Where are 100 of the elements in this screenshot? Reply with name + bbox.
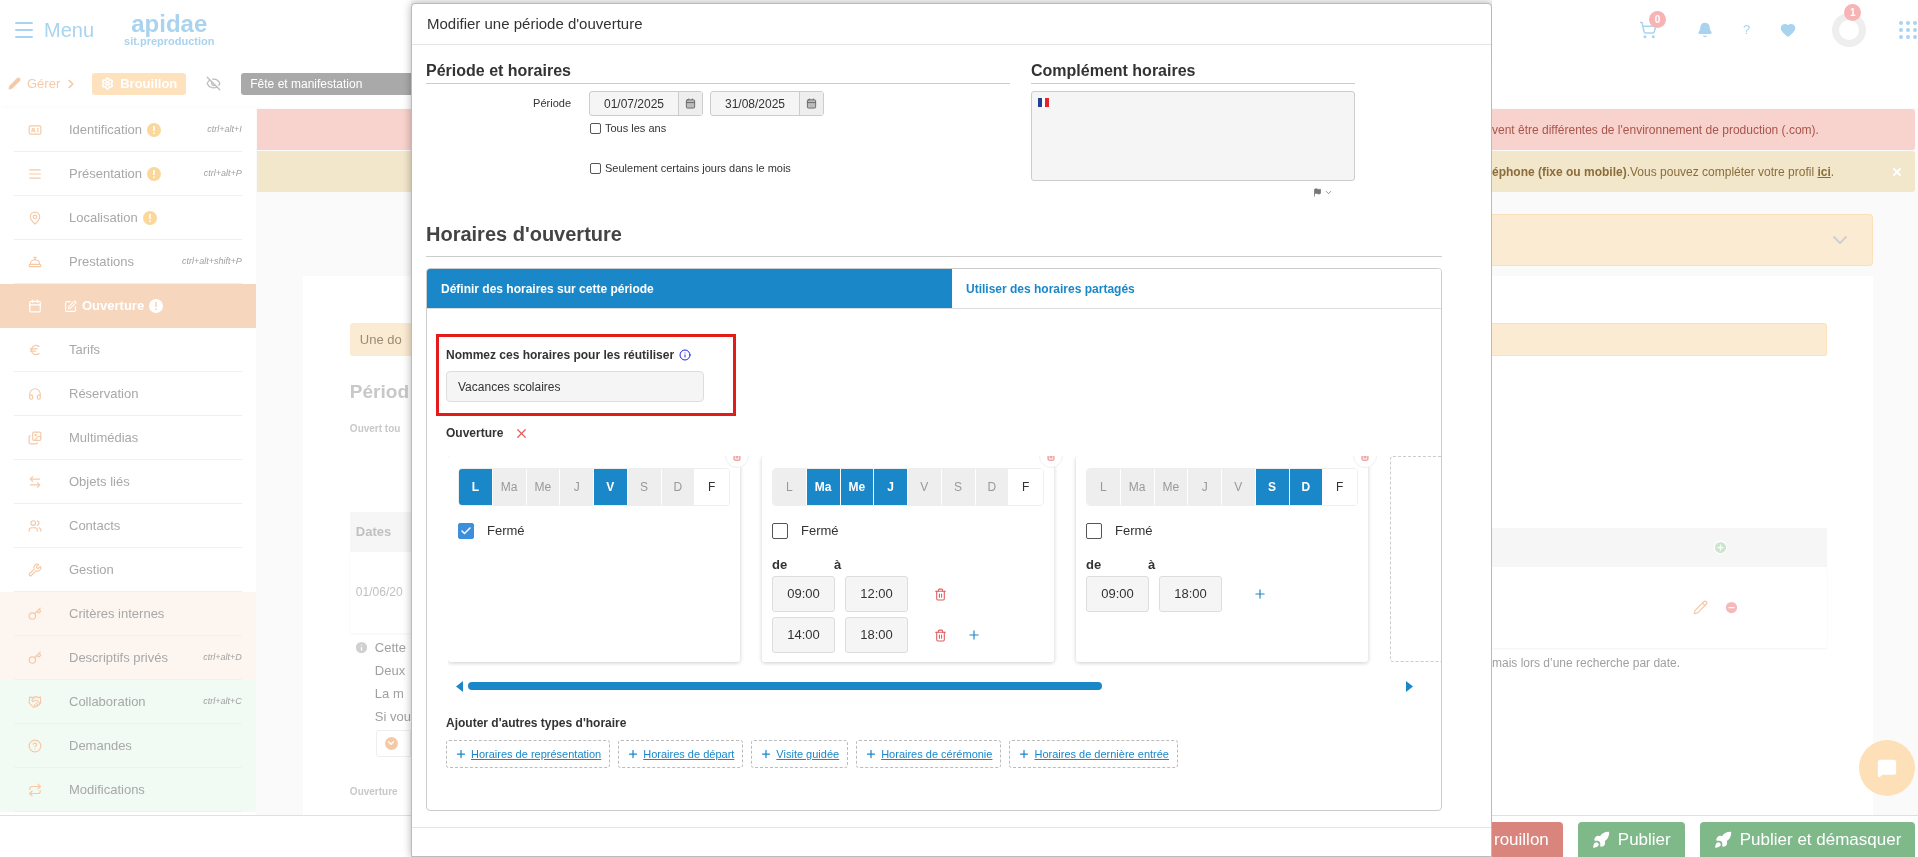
sidebar-label: Modifications xyxy=(69,780,145,799)
flag-icon[interactable] xyxy=(1313,187,1322,197)
remove-icon[interactable] xyxy=(1724,600,1740,615)
footer-button[interactable]: Publier xyxy=(1577,822,1685,857)
id-card-icon xyxy=(28,122,42,137)
day-toggle[interactable]: Ma xyxy=(806,469,841,505)
calendar-icon xyxy=(806,98,817,109)
euro-icon xyxy=(28,342,42,357)
sidebar-item[interactable]: Réservation xyxy=(0,372,256,416)
time-field[interactable]: 18:00 xyxy=(845,617,908,653)
scroll-right-icon[interactable] xyxy=(1406,680,1413,692)
day-toggle[interactable]: V xyxy=(1222,469,1256,505)
check-icon xyxy=(460,525,472,537)
name-input[interactable]: Vacances scolaires xyxy=(446,371,704,402)
sidebar-item[interactable]: Collaboration ctrl+alt+C xyxy=(0,680,256,724)
time-field[interactable]: 09:00 xyxy=(1086,576,1149,612)
trash-icon[interactable] xyxy=(934,587,947,601)
sidebar-item[interactable]: Présentation ctrl+alt+P xyxy=(0,152,256,196)
day-toggle[interactable]: S xyxy=(941,469,976,505)
sidebar-item[interactable]: Gestion xyxy=(0,548,256,592)
pencil-icon[interactable] xyxy=(1693,600,1709,615)
day-toggle[interactable]: D xyxy=(975,469,1010,505)
checkbox[interactable] xyxy=(590,162,601,174)
day-toggle[interactable]: J xyxy=(874,469,908,505)
add-type-button[interactable]: Horaires de représentation xyxy=(446,740,611,768)
day-toggle[interactable]: Me xyxy=(840,469,875,505)
logo[interactable]: apidae sit.preproduction xyxy=(124,12,215,47)
day-toggle[interactable]: D xyxy=(1289,469,1324,505)
plus-icon xyxy=(455,748,467,760)
day-toggle[interactable]: V xyxy=(908,469,942,505)
add-type-button[interactable]: Horaires de départ xyxy=(618,740,744,768)
day-toggle[interactable]: D xyxy=(661,469,696,505)
eye-off-icon[interactable] xyxy=(206,76,222,91)
day-toggle[interactable]: L xyxy=(459,469,493,505)
add-icon[interactable] xyxy=(1253,587,1267,601)
checkbox[interactable] xyxy=(1086,523,1102,539)
info-icon[interactable] xyxy=(679,349,692,361)
help-link[interactable]: ? xyxy=(1743,19,1751,40)
sidebar-item[interactable]: Ouverture xyxy=(0,284,256,328)
menu-button[interactable]: Menu xyxy=(12,14,95,45)
sidebar-item[interactable]: Contacts xyxy=(0,504,256,548)
day-toggle[interactable]: Ma xyxy=(1120,469,1155,505)
sidebar-item[interactable]: Multimédias xyxy=(0,416,256,460)
add-type-button[interactable]: Horaires de dernière entrée xyxy=(1009,740,1178,768)
plus-icon xyxy=(627,748,640,760)
day-toggle[interactable]: L xyxy=(773,469,807,505)
new-schedule-placeholder[interactable] xyxy=(1390,456,1441,662)
add-icon[interactable] xyxy=(967,628,981,642)
text-area[interactable] xyxy=(1031,91,1355,181)
time-field[interactable]: 12:00 xyxy=(845,576,908,612)
time-field[interactable]: 18:00 xyxy=(1159,576,1222,612)
day-toggle[interactable]: J xyxy=(560,469,594,505)
sidebar-item[interactable]: Modifications xyxy=(0,768,256,812)
sidebar-item[interactable]: Descriptifs privés ctrl+alt+D xyxy=(0,636,256,680)
date-field[interactable]: 01/07/2025 xyxy=(589,91,703,116)
checkbox[interactable] xyxy=(590,122,601,134)
add-type-button[interactable]: Visite guidée xyxy=(751,740,849,768)
sidebar-item[interactable]: Localisation xyxy=(0,196,256,240)
day-toggle[interactable]: Ma xyxy=(492,469,527,505)
footer-button[interactable]: rouillon xyxy=(1492,822,1563,857)
note-text: mais lors d’une recherche par date. xyxy=(1492,655,1682,672)
day-toggle[interactable]: Me xyxy=(1154,469,1189,505)
checkbox[interactable] xyxy=(458,523,474,539)
notifications-icon[interactable] xyxy=(1697,21,1714,38)
plus-icon xyxy=(865,748,878,760)
time-field[interactable]: 09:00 xyxy=(772,576,835,612)
profile-link[interactable]: ici xyxy=(1817,164,1831,179)
sidebar-item[interactable]: Critères internes xyxy=(0,592,256,636)
shortcut-hint: ctrl+alt+C xyxy=(203,694,242,708)
repeat-icon xyxy=(28,782,42,797)
day-toggle[interactable]: V xyxy=(594,469,628,505)
notice: Une do xyxy=(349,323,411,356)
checkbox[interactable] xyxy=(772,523,788,539)
scroll-left-icon[interactable] xyxy=(456,680,463,692)
add-icon[interactable] xyxy=(1713,540,1729,555)
day-toggle[interactable]: Me xyxy=(526,469,561,505)
images-icon xyxy=(28,430,42,445)
sidebar-item[interactable]: Identification ctrl+alt+I xyxy=(0,108,256,152)
day-toggle[interactable]: S xyxy=(1255,469,1290,505)
collapsible-panel[interactable] xyxy=(1492,214,1874,266)
time-field[interactable]: 14:00 xyxy=(772,617,835,653)
trash-icon[interactable] xyxy=(934,628,947,642)
manage-link[interactable]: Gérer xyxy=(27,73,61,94)
sidebar-item[interactable]: Prestations ctrl+alt+shift+P xyxy=(0,240,256,284)
date-field[interactable]: 31/08/2025 xyxy=(710,91,824,116)
day-toggle[interactable]: L xyxy=(1087,469,1121,505)
day-toggle[interactable]: S xyxy=(627,469,662,505)
heart-icon[interactable] xyxy=(1780,21,1797,38)
sidebar-item[interactable]: Objets liés xyxy=(0,460,256,504)
sidebar-item[interactable]: Tarifs xyxy=(0,328,256,372)
checkbox-label: Seulement certains jours dans le mois xyxy=(605,160,791,176)
day-toggle[interactable]: J xyxy=(1188,469,1222,505)
horizontal-scrollbar[interactable] xyxy=(456,680,1413,692)
tab[interactable]: Définir des horaires sur cette période xyxy=(427,269,952,308)
shortcut-hint: ctrl+alt+I xyxy=(207,122,242,136)
add-type-button[interactable]: Horaires de cérémonie xyxy=(856,740,1002,768)
dialog-title: Modifier une période d'ouverture xyxy=(427,13,643,34)
sidebar-item[interactable]: Demandes xyxy=(0,724,256,768)
footer-button[interactable]: Publier et démasquer xyxy=(1699,822,1916,857)
rocket-icon xyxy=(1591,830,1610,849)
